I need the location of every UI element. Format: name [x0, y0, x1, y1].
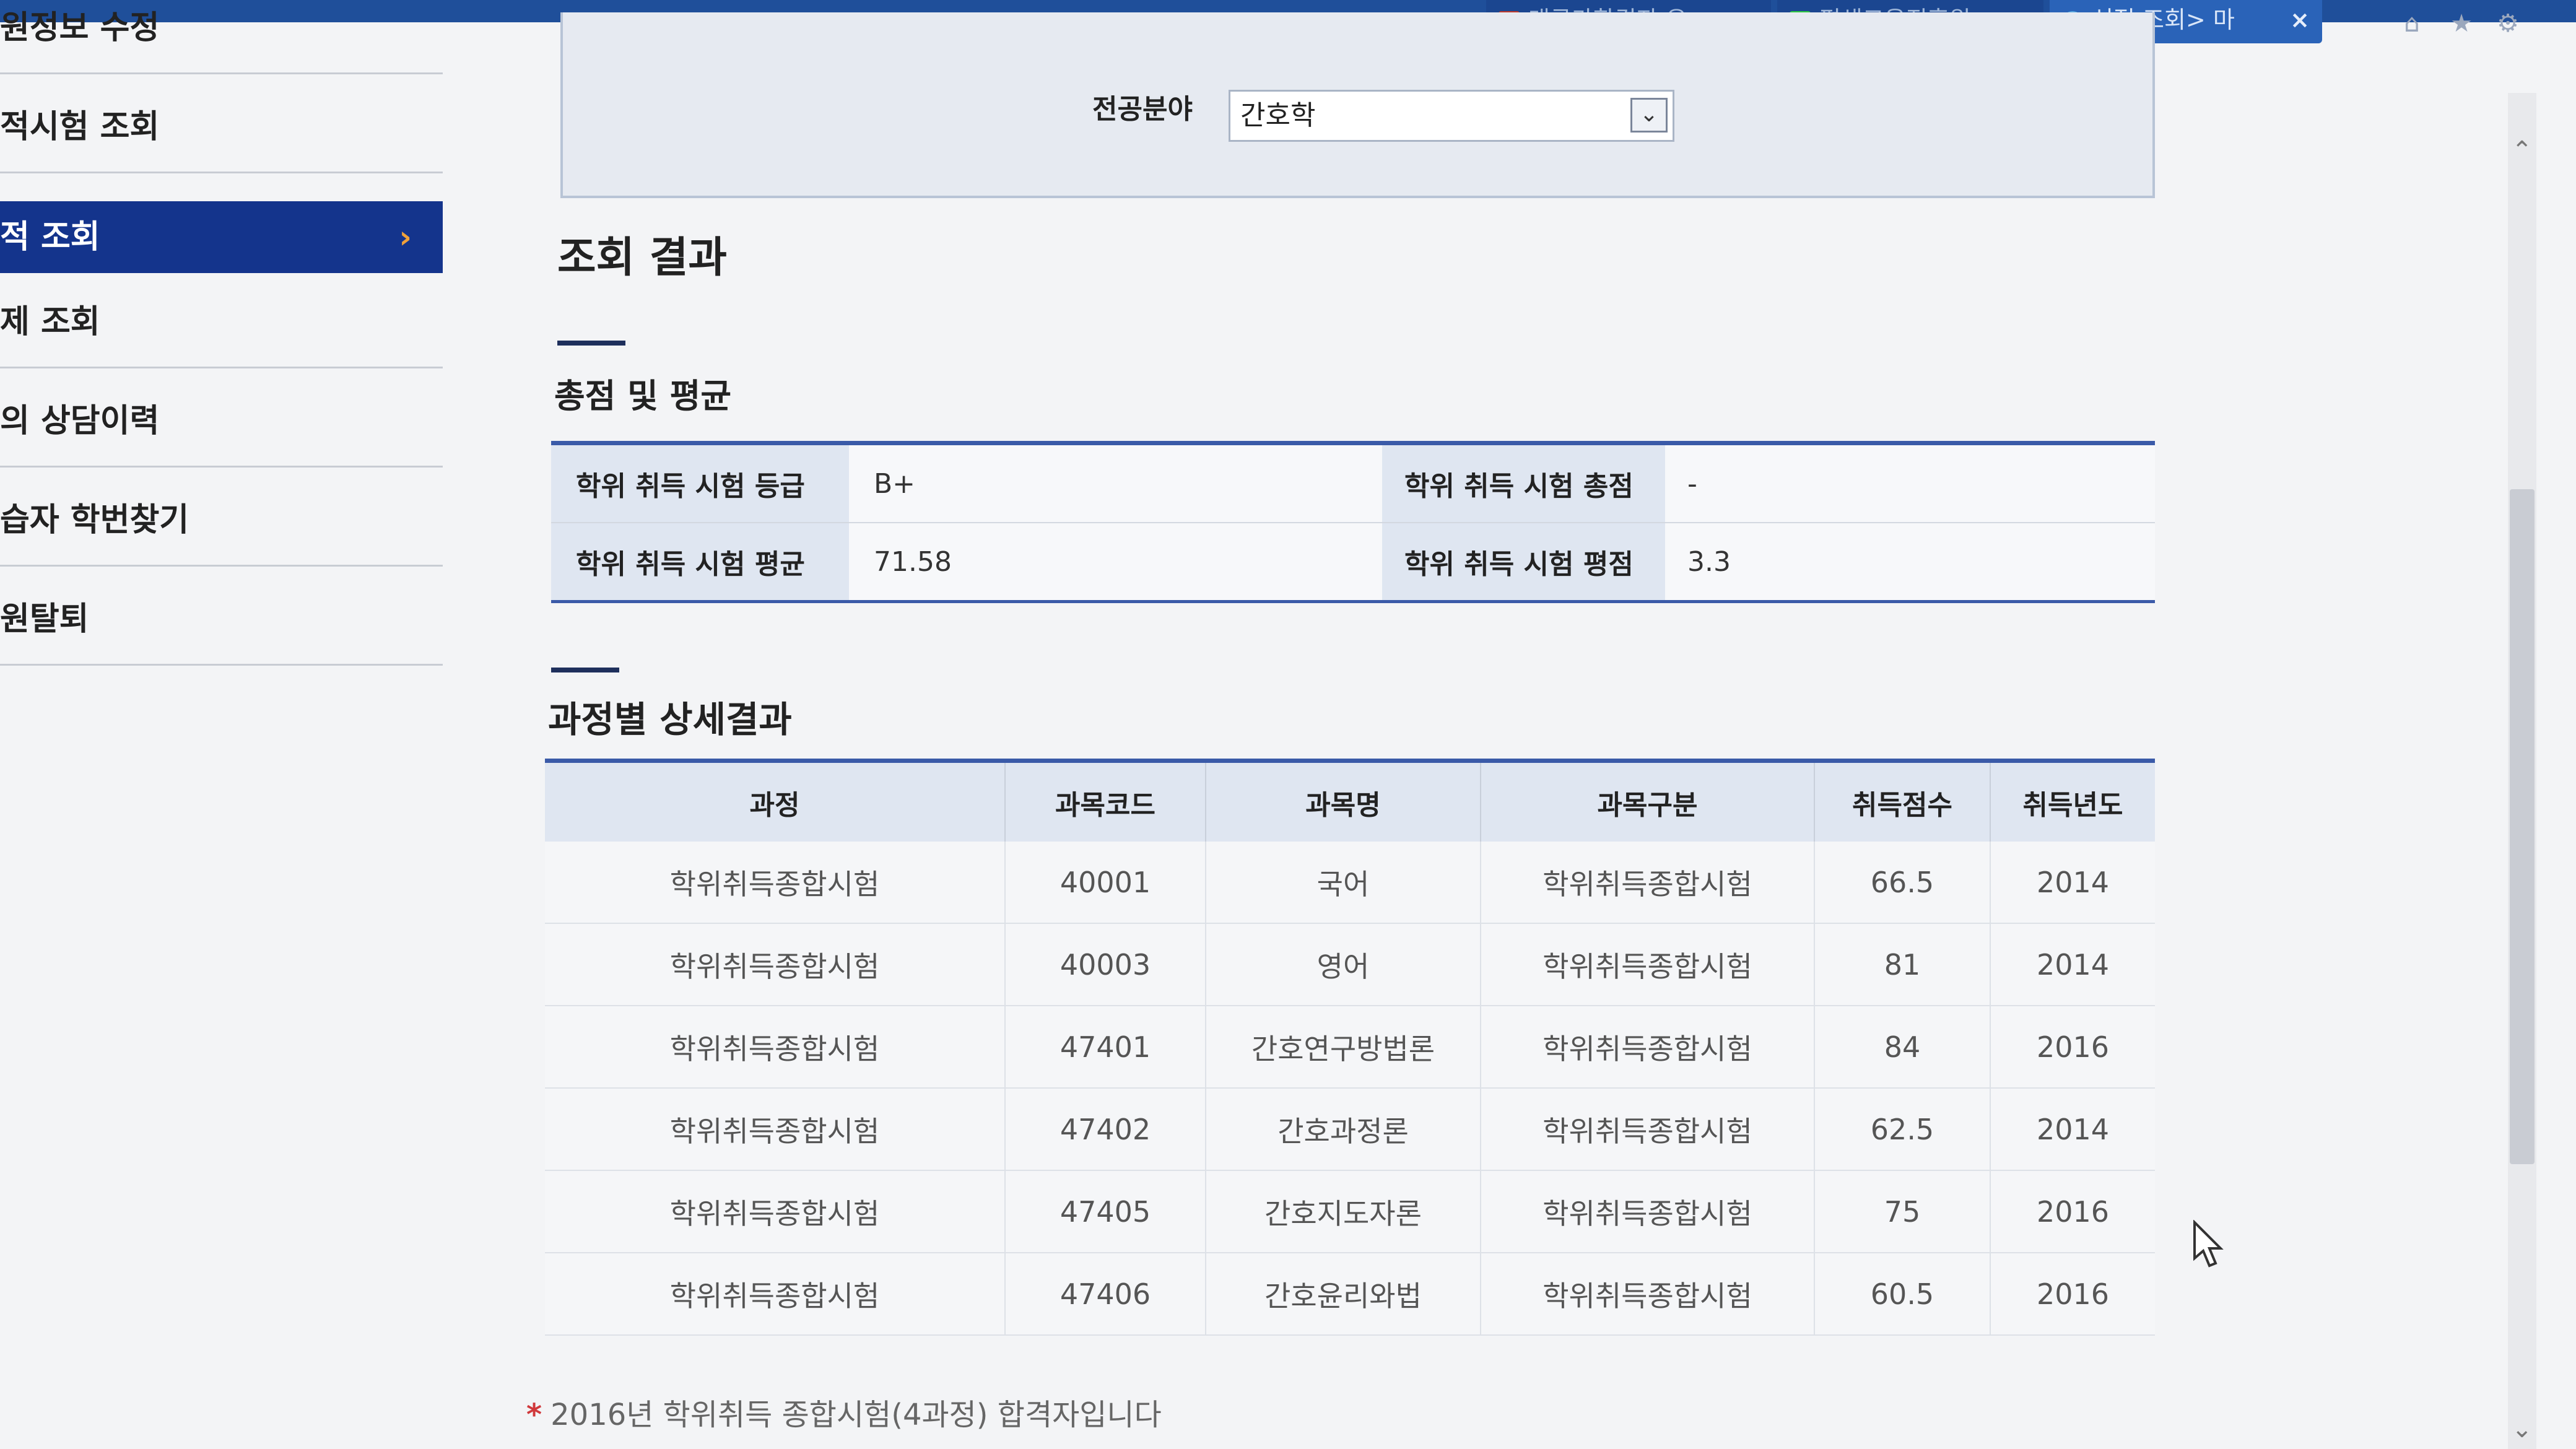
sidebar-item-label: 습자 학번찾기	[0, 502, 189, 539]
summary-heading: 총점 및 평균	[554, 376, 731, 416]
table-cell: 학위취득종합시험	[1481, 1170, 1815, 1253]
result-title: 조회 결과	[557, 233, 727, 282]
sidebar-item-label: 원탈퇴	[0, 601, 89, 638]
table-cell: 간호과정론	[1206, 1088, 1481, 1171]
sidebar-item-exam-inquiry[interactable]: 적시험 조회	[0, 80, 443, 173]
chevron-down-icon[interactable]: ⌄	[1630, 98, 1668, 133]
sidebar-item-label: 적시험 조회	[0, 108, 160, 146]
table-cell: 2014	[1990, 1088, 2155, 1171]
summary-table: 학위 취득 시험 등급 B+ 학위 취득 시험 총점 - 학위 취득 시험 평균…	[551, 441, 2155, 603]
sidebar-item-member-info[interactable]: 원정보 수정	[0, 0, 443, 74]
major-field-label: 전공분야	[1092, 94, 1193, 125]
section-rule	[551, 668, 619, 672]
pass-notice-text: 2016년 학위취득 종합시험(4과정) 합격자입니다	[550, 1398, 1162, 1432]
sidebar-item-withdraw[interactable]: 원탈퇴	[0, 573, 443, 666]
scroll-up-icon[interactable]: ⌃	[2512, 136, 2533, 165]
table-cell: 47405	[1005, 1170, 1206, 1253]
table-cell: 간호윤리와법	[1206, 1253, 1481, 1336]
table-cell: 학위취득종합시험	[545, 842, 1006, 924]
summary-label: 학위 취득 시험 등급	[551, 443, 849, 523]
table-cell: 66.5	[1814, 842, 1991, 924]
table-cell: 학위취득종합시험	[1481, 1088, 1815, 1171]
table-cell: 75	[1814, 1170, 1991, 1253]
table-cell: 2014	[1990, 923, 2155, 1006]
table-cell: 학위취득종합시험	[1481, 842, 1815, 924]
table-cell: 47406	[1005, 1253, 1206, 1336]
table-cell: 47401	[1005, 1006, 1206, 1089]
column-header: 취득점수	[1814, 760, 1991, 842]
section-rule	[557, 341, 625, 346]
table-cell: 간호지도자론	[1206, 1170, 1481, 1253]
detail-results-table: 과정 과목코드 과목명 과목구분 취득점수 취득년도 학위취득종합시험 4000…	[545, 759, 2155, 1336]
summary-value: B+	[849, 443, 1382, 523]
summary-value: 3.3	[1665, 523, 2155, 603]
table-cell: 학위취득종합시험	[545, 1006, 1006, 1089]
table-row: 학위 취득 시험 등급 B+ 학위 취득 시험 총점 -	[551, 443, 2155, 523]
asterisk-icon: *	[526, 1398, 542, 1432]
scroll-down-icon[interactable]: ⌄	[2512, 1415, 2533, 1443]
table-row: 학위취득종합시험 40003 영어 학위취득종합시험 81 2014	[545, 923, 2155, 1006]
detail-heading: 과정별 상세결과	[548, 698, 792, 741]
table-cell: 84	[1814, 1006, 1991, 1089]
sidebar-item-label: 제 조회	[0, 303, 100, 341]
sidebar-item-label: 의 상담이력	[0, 402, 160, 440]
home-icon[interactable]: ⌂	[2400, 11, 2424, 36]
table-header-row: 과정 과목코드 과목명 과목구분 취득점수 취득년도	[545, 760, 2155, 842]
gear-icon[interactable]: ⚙	[2496, 11, 2520, 36]
table-row: 학위취득종합시험 47401 간호연구방법론 학위취득종합시험 84 2016	[545, 1006, 2155, 1089]
sidebar-item-inquiry[interactable]: 제 조회	[0, 276, 443, 368]
table-cell: 81	[1814, 923, 1991, 1006]
column-header: 과목명	[1206, 760, 1481, 842]
table-row: 학위취득종합시험 47402 간호과정론 학위취득종합시험 62.5 2014	[545, 1088, 2155, 1171]
mouse-cursor-icon	[2193, 1220, 2224, 1268]
scrollbar-thumb[interactable]	[2510, 489, 2535, 1164]
summary-label: 학위 취득 시험 평균	[551, 523, 849, 603]
column-header: 과목코드	[1005, 760, 1206, 842]
summary-label: 학위 취득 시험 총점	[1382, 443, 1665, 523]
table-cell: 2016	[1990, 1253, 2155, 1336]
sidebar-item-grade-inquiry[interactable]: 적 조회 ›	[0, 201, 443, 273]
table-cell: 40003	[1005, 923, 1206, 1006]
table-cell: 학위취득종합시험	[1481, 1006, 1815, 1089]
table-row: 학위취득종합시험 47406 간호윤리와법 학위취득종합시험 60.5 2016	[545, 1253, 2155, 1336]
pass-notice: * 2016년 학위취득 종합시험(4과정) 합격자입니다	[526, 1390, 1162, 1434]
summary-label: 학위 취득 시험 평점	[1382, 523, 1665, 603]
table-cell: 학위취득종합시험	[545, 923, 1006, 1006]
tab-close-icon[interactable]: ×	[2290, 0, 2310, 40]
table-cell: 60.5	[1814, 1253, 1991, 1336]
table-cell: 학위취득종합시험	[545, 1253, 1006, 1336]
table-cell: 국어	[1206, 842, 1481, 924]
sidebar-menu: 원정보 수정 적시험 조회 적 조회 › 제 조회 의 상담이력 습자 학번찾기 …	[0, 0, 446, 694]
column-header: 취득년도	[1990, 760, 2155, 842]
column-header: 과목구분	[1481, 760, 1815, 842]
table-cell: 2014	[1990, 842, 2155, 924]
table-cell: 2016	[1990, 1170, 2155, 1253]
table-row: 학위취득종합시험 47405 간호지도자론 학위취득종합시험 75 2016	[545, 1170, 2155, 1253]
column-header: 과정	[545, 760, 1006, 842]
table-cell: 영어	[1206, 923, 1481, 1006]
table-cell: 학위취득종합시험	[1481, 923, 1815, 1006]
summary-value: -	[1665, 443, 2155, 523]
sidebar-item-label: 적 조회	[0, 219, 100, 256]
table-cell: 학위취득종합시험	[1481, 1253, 1815, 1336]
summary-value: 71.58	[849, 523, 1382, 603]
sidebar-item-find-student-id[interactable]: 습자 학번찾기	[0, 474, 443, 567]
major-field-selected-value: 간호학	[1240, 100, 1316, 131]
major-field-select[interactable]: 간호학 ⌄	[1229, 90, 1674, 142]
star-icon[interactable]: ★	[2449, 11, 2474, 36]
chevron-right-icon: ›	[399, 219, 412, 255]
table-row: 학위취득종합시험 40001 국어 학위취득종합시험 66.5 2014	[545, 842, 2155, 924]
sidebar-item-label: 원정보 수정	[0, 9, 160, 46]
sidebar-item-consult-history[interactable]: 의 상담이력	[0, 375, 443, 468]
table-cell: 학위취득종합시험	[545, 1088, 1006, 1171]
table-cell: 학위취득종합시험	[545, 1170, 1006, 1253]
table-cell: 47402	[1005, 1088, 1206, 1171]
table-row: 학위 취득 시험 평균 71.58 학위 취득 시험 평점 3.3	[551, 523, 2155, 603]
table-cell: 간호연구방법론	[1206, 1006, 1481, 1089]
table-cell: 62.5	[1814, 1088, 1991, 1171]
table-cell: 40001	[1005, 842, 1206, 924]
table-cell: 2016	[1990, 1006, 2155, 1089]
search-filter-box: 전공분야 간호학 ⌄	[560, 12, 2155, 198]
